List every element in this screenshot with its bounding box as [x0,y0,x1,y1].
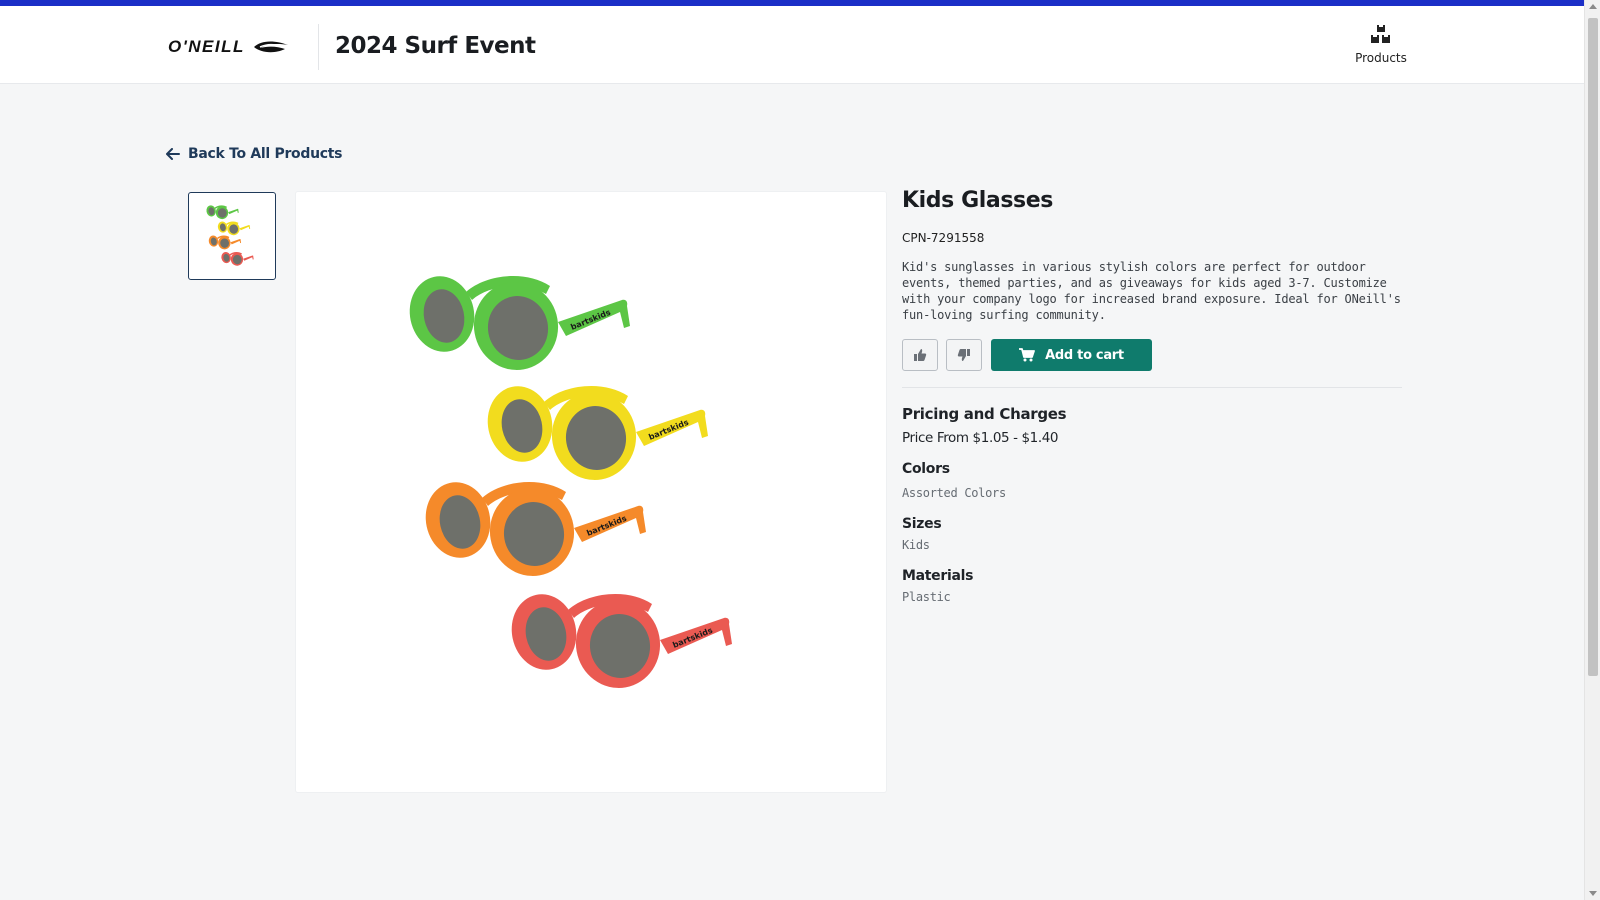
glasses-illustration: bartskidsbartskidsbartskidsbartskids [409,275,732,688]
sunglasses-pair [208,235,242,250]
product-actions: Add to cart [902,339,1402,371]
wave-logo-icon [253,41,288,53]
dislike-button[interactable] [946,339,982,371]
header-divider [318,24,319,70]
price-range: Price From $1.05 - $1.40 [902,430,1059,446]
sunglasses-pair [206,205,239,220]
product-description: Kid's sunglasses in various stylish colo… [902,260,1401,322]
details-separator [902,387,1402,388]
attribute-label-colors: Colors [902,461,950,477]
add-to-cart-button[interactable]: Add to cart [991,339,1152,371]
back-link-label: Back To All Products [188,146,343,162]
event-title: 2024 Surf Event [335,33,536,59]
attribute-value-sizes: Kids [902,538,930,552]
product-details: Kids Glasses CPN-7291558 Kid's sunglasse… [902,188,1402,604]
nav-products[interactable]: Products [1346,24,1416,74]
attribute-label-materials: Materials [902,568,974,584]
scroll-up-arrow-icon[interactable] [1589,4,1597,9]
cart-icon [1019,348,1036,362]
product-sku: CPN-7291558 [902,231,985,245]
attribute-value-materials: Plastic [902,590,951,604]
sunglasses-pair [221,251,254,266]
product-title: Kids Glasses [902,188,1053,213]
back-to-products-link[interactable]: Back To All Products [166,146,342,162]
sunglasses-pair: bartskids [409,275,630,370]
page-scrollbar[interactable] [1584,0,1600,900]
site-header: O'NEILL 2024 Surf Event Products [0,6,1584,84]
arrow-left-icon [166,148,180,160]
sunglasses-pair: bartskids [511,593,732,688]
thumbs-up-icon [914,349,927,361]
scroll-down-arrow-icon[interactable] [1589,891,1597,896]
product-main-image: bartskids bartskids bartskids bartskids [296,192,886,792]
boxes-icon [1371,25,1390,43]
nav-products-label: Products [1355,51,1407,65]
sunglasses-pair: bartskids [487,385,708,480]
thumbnail-image [206,205,254,266]
like-button[interactable] [902,339,938,371]
attribute-label-sizes: Sizes [902,516,942,532]
add-to-cart-label: Add to cart [1045,347,1124,363]
product-thumbnail[interactable] [188,192,276,280]
brand-wordmark: O'NEILL [168,37,245,56]
sunglasses-pair: bartskids [425,481,646,576]
scroll-thumb[interactable] [1588,18,1598,676]
attribute-value-colors: Assorted Colors [902,486,1006,500]
sunglasses-pair [217,221,251,236]
pricing-heading: Pricing and Charges [902,405,1067,423]
brand-logo[interactable]: O'NEILL [168,37,289,57]
thumbs-down-icon [957,349,970,361]
